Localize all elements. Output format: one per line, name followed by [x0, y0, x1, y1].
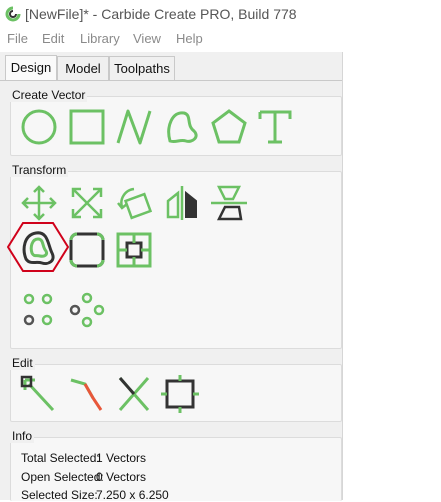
transform-title: Transform	[10, 163, 69, 177]
draw-curve-tool[interactable]	[162, 107, 202, 147]
square-nodes-icon	[161, 375, 199, 413]
offset-vector-tool[interactable]	[18, 227, 58, 267]
curve-icon	[167, 111, 198, 144]
carbide-logo-icon	[5, 6, 21, 22]
grid-dots-icon	[23, 293, 53, 326]
tab-divider	[0, 80, 342, 81]
tabs-icon	[116, 232, 152, 268]
tab-toolpaths[interactable]: Toolpaths	[109, 56, 175, 80]
circle-icon	[21, 109, 57, 145]
title-bar: [NewFile]* - Carbide Create PRO, Build 7…	[0, 0, 441, 28]
scale-icon	[71, 187, 103, 219]
rotate-icon	[117, 187, 153, 220]
menu-view[interactable]: View	[133, 31, 161, 46]
polyline-icon	[116, 109, 152, 145]
draw-text-tool[interactable]	[255, 107, 295, 147]
move-arrows-icon	[21, 185, 57, 221]
window-title: [NewFile]* - Carbide Create PRO, Build 7…	[25, 6, 297, 22]
info-open-selected: Open Selected: 0 Vectors	[21, 470, 146, 484]
draw-polyline-tool[interactable]	[114, 107, 154, 147]
flip-tool[interactable]	[209, 183, 249, 223]
circular-dots-icon	[69, 292, 105, 328]
menu-file[interactable]: File	[7, 31, 28, 46]
create-vector-title: Create Vector	[10, 88, 88, 102]
menu-bar: File Edit Library View Help	[0, 28, 441, 50]
move-tool[interactable]	[19, 183, 59, 223]
draw-circle-tool[interactable]	[19, 107, 59, 147]
rotate-tool[interactable]	[114, 183, 154, 223]
node-edit-tool[interactable]	[19, 374, 59, 414]
fillet-corners-tool[interactable]	[67, 230, 107, 270]
draw-polygon-tool[interactable]	[209, 107, 249, 147]
info-total-selected-label: Total Selected:	[21, 451, 100, 465]
split-vector-tool[interactable]	[114, 374, 154, 414]
add-node-tool[interactable]	[160, 374, 200, 414]
scale-tool[interactable]	[67, 183, 107, 223]
node-pointer-icon	[20, 375, 55, 412]
trim-vectors-tool[interactable]	[67, 374, 107, 414]
trim-curve-icon	[70, 378, 103, 411]
array-grid-tool[interactable]	[19, 290, 59, 330]
text-icon	[258, 110, 292, 144]
tab-design[interactable]: Design	[5, 55, 57, 81]
draw-rectangle-tool[interactable]	[67, 107, 107, 147]
menu-edit[interactable]: Edit	[42, 31, 64, 46]
menu-help[interactable]: Help	[176, 31, 203, 46]
split-cross-icon	[118, 377, 150, 411]
offset-icon	[22, 231, 55, 265]
tabs-tool[interactable]	[114, 230, 154, 270]
edit-title: Edit	[10, 356, 35, 370]
array-circular-tool[interactable]	[67, 290, 107, 330]
rounded-rectangle-icon	[69, 232, 105, 268]
info-title: Info	[10, 429, 35, 443]
mirror-icon	[166, 186, 197, 220]
info-total-selected: Total Selected: 1 Vectors	[21, 451, 146, 465]
info-open-selected-value: 0 Vectors	[96, 470, 147, 484]
menu-library[interactable]: Library	[80, 31, 120, 46]
info-open-selected-label: Open Selected:	[21, 470, 104, 484]
tab-model[interactable]: Model	[57, 56, 109, 80]
flip-icon	[211, 185, 247, 221]
pentagon-icon	[211, 109, 247, 144]
info-total-selected-value: 1 Vectors	[96, 451, 147, 465]
rectangle-icon	[69, 109, 105, 145]
mirror-tool[interactable]	[162, 183, 202, 223]
